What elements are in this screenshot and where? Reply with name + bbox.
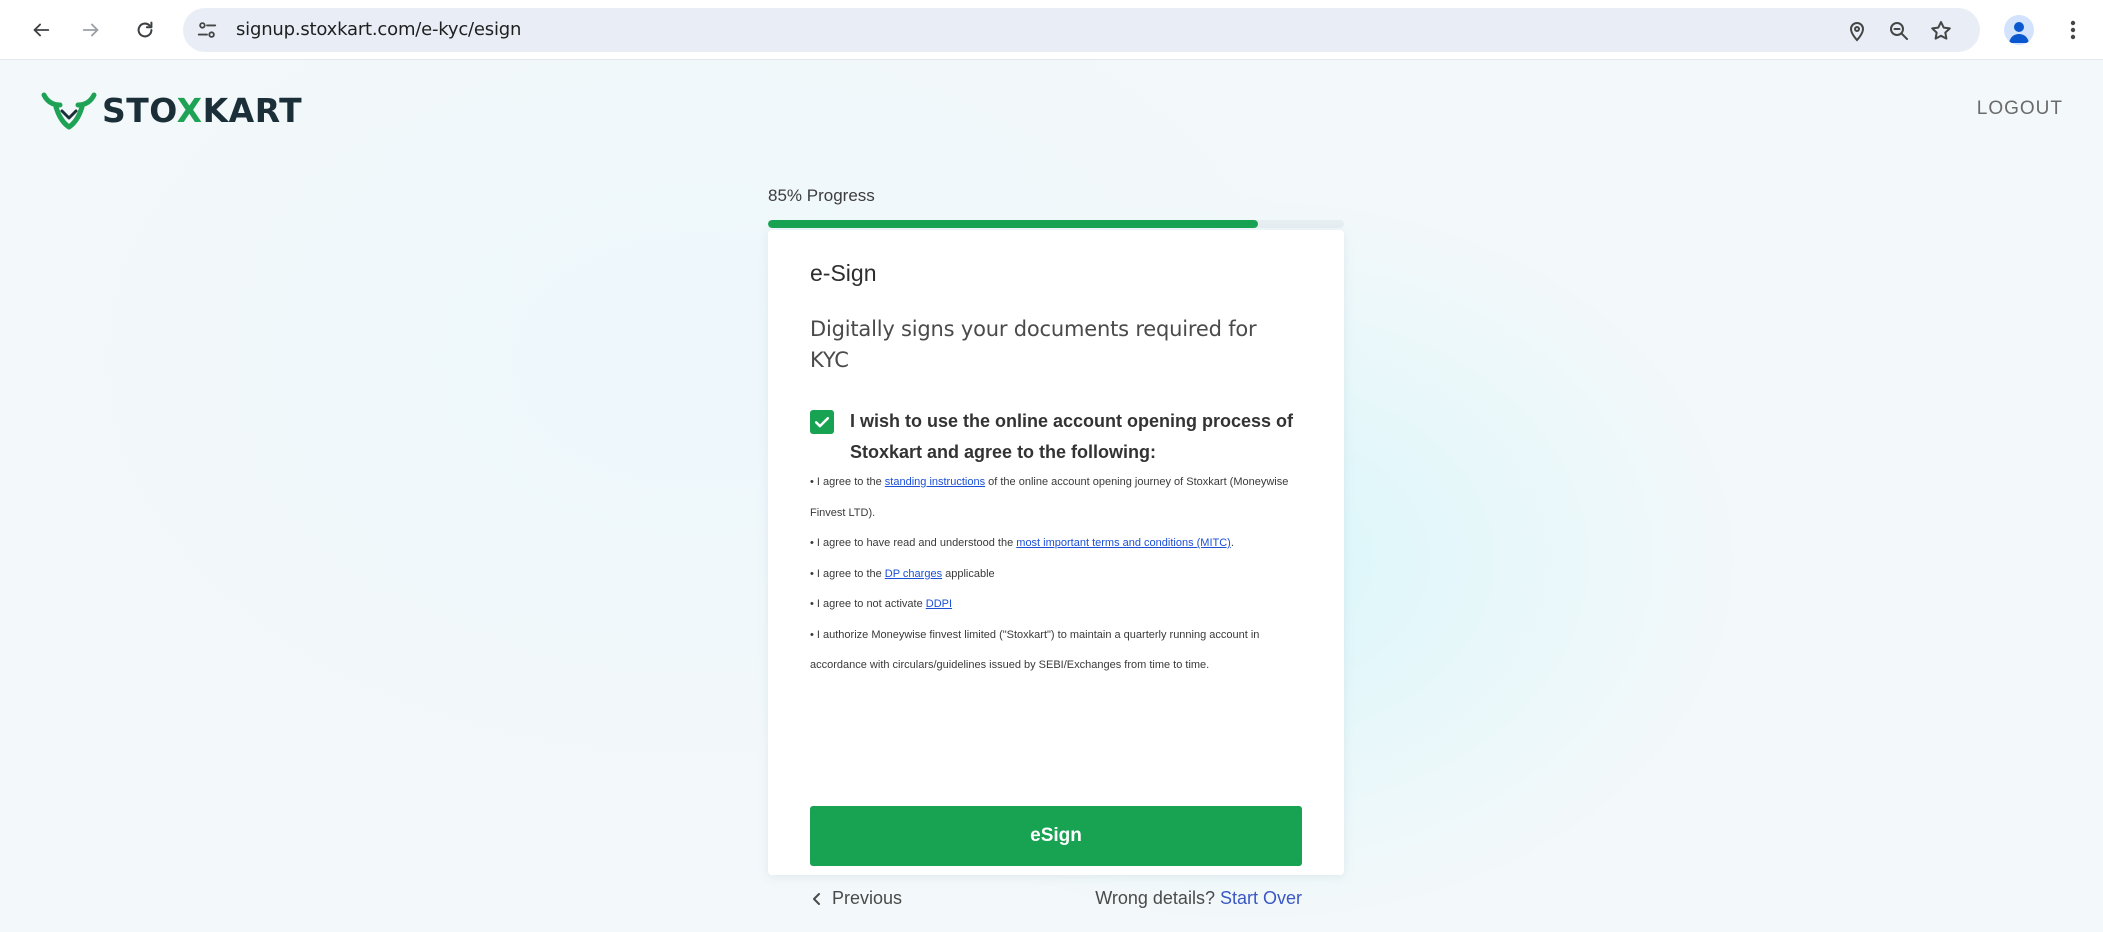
term-link[interactable]: DP charges	[885, 568, 942, 580]
chevron-left-icon	[813, 892, 820, 905]
bookmark-star-icon[interactable]	[1929, 19, 1953, 43]
previous-label: Previous	[832, 888, 903, 908]
back-button[interactable]	[24, 13, 58, 47]
arrow-left-icon	[33, 23, 50, 37]
reload-button[interactable]	[128, 13, 162, 47]
logout-link[interactable]: LOGOUT	[1977, 98, 2063, 120]
card-footer: Previous Wrong details? Start Over	[810, 888, 1302, 914]
reload-icon	[137, 21, 153, 38]
person-icon	[2009, 22, 2029, 43]
progress-bar	[768, 220, 1344, 228]
term-item: • I agree to the standing instructions o…	[810, 467, 1310, 528]
esign-card: e-Sign Digitally signs your documents re…	[768, 230, 1344, 908]
consent-checkbox[interactable]	[810, 410, 834, 434]
term-link[interactable]: standing instructions	[885, 476, 985, 488]
term-item: • I authorize Moneywise finvest limited …	[810, 620, 1310, 681]
term-text: • I agree to the	[810, 476, 885, 488]
term-link[interactable]: DDPI	[926, 598, 952, 610]
terms-list: • I agree to the standing instructions o…	[810, 467, 1310, 681]
checkmark-icon	[814, 417, 830, 428]
browser-toolbar: signup.stoxkart.com/e-kyc/esign	[0, 0, 2103, 60]
location-icon[interactable]	[1845, 19, 1869, 43]
url-text[interactable]: signup.stoxkart.com/e-kyc/esign	[236, 8, 521, 52]
term-text: • I agree to not activate	[810, 598, 926, 610]
browser-menu-button[interactable]	[2058, 15, 2088, 45]
term-item: • I agree to the DP charges applicable	[810, 559, 1310, 590]
progress-bar-fill	[768, 220, 1258, 228]
term-text: applicable	[942, 567, 995, 580]
wrong-details-text: Wrong details? Start Over	[1095, 888, 1302, 909]
term-item: • I agree to have read and understood th…	[810, 528, 1310, 559]
page-content: STOXKART LOGOUT 85% Progress e-Sign Digi…	[0, 60, 2103, 932]
card-subtitle: Digitally signs your documents required …	[810, 317, 1257, 372]
consent-text: I wish to use the online account opening…	[850, 411, 1294, 462]
term-text: .	[1230, 537, 1234, 549]
zoom-icon[interactable]	[1887, 19, 1911, 43]
start-over-link[interactable]: Start Over	[1220, 888, 1302, 908]
term-item: • I agree to not activate DDPI	[810, 589, 1310, 620]
kebab-menu-icon	[2070, 20, 2076, 40]
address-bar[interactable]: signup.stoxkart.com/e-kyc/esign	[183, 8, 1980, 52]
brand-name: STOXKART	[102, 90, 303, 130]
esign-button[interactable]: eSign	[810, 806, 1302, 866]
progress-label: 85% Progress	[768, 186, 875, 205]
bull-logo-icon	[41, 92, 97, 130]
wrong-details-label: Wrong details?	[1095, 888, 1215, 908]
term-text: • I agree to have read and understood th…	[810, 537, 1017, 549]
previous-button[interactable]: Previous	[810, 888, 902, 909]
arrow-right-icon	[82, 23, 99, 37]
forward-button[interactable]	[74, 13, 108, 47]
site-settings-icon[interactable]	[196, 19, 218, 41]
stoxkart-logo[interactable]: STOXKART	[40, 90, 302, 130]
term-text: • I authorize Moneywise finvest limited …	[810, 628, 1260, 672]
term-text: • I agree to the	[810, 567, 885, 580]
card-title: e-Sign	[810, 260, 877, 286]
term-link[interactable]: most important terms and conditions (MIT…	[1016, 537, 1231, 549]
profile-avatar[interactable]	[2004, 15, 2034, 45]
